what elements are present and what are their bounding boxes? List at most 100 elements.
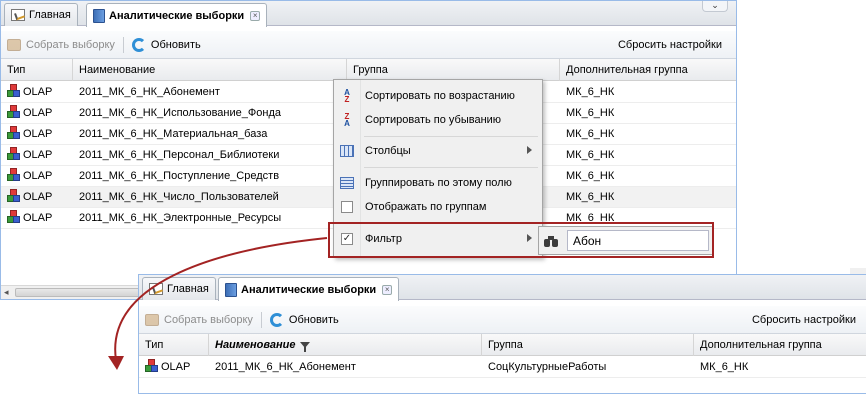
- columns-icon: [340, 144, 354, 158]
- cell-name: 2011_МК_6_НК_Абонемент: [215, 361, 356, 373]
- collect-sample-button[interactable]: Собрать выборку: [145, 313, 253, 326]
- filter-input[interactable]: [567, 230, 709, 251]
- home-icon: [149, 283, 163, 295]
- menu-item-group-by-field-label: Группировать по этому полю: [365, 177, 512, 189]
- column-header-name[interactable]: Наименование: [73, 59, 347, 81]
- cell-extra-group: МК_6_НК: [566, 149, 615, 161]
- collect-sample-label: Собрать выборку: [164, 313, 253, 326]
- tab-home[interactable]: Главная: [142, 277, 216, 300]
- menu-item-columns[interactable]: Столбцы: [334, 139, 542, 163]
- cell-group: СоцКультурныеРаботы: [488, 361, 607, 373]
- column-context-menu: AZ Сортировать по возрастанию ZA Сортиро…: [333, 79, 543, 258]
- cell-extra-group: МК_6_НК: [566, 86, 615, 98]
- refresh-icon: [269, 312, 284, 327]
- scroll-left-icon[interactable]: ◂: [4, 287, 9, 298]
- tab-analytic-samples[interactable]: Аналитические выборки ×: [218, 277, 400, 301]
- cell-type-label: OLAP: [23, 107, 53, 119]
- olap-cube-icon: [7, 168, 20, 181]
- reset-settings-button[interactable]: Сбросить настройки: [747, 314, 856, 326]
- cell-type: OLAP: [1, 166, 73, 187]
- olap-cube-icon: [7, 210, 20, 223]
- olap-cube-icon: [7, 105, 20, 118]
- cell-name: 2011_МК_6_НК_Абонемент: [79, 86, 220, 98]
- briefcase-icon: [145, 313, 159, 326]
- column-header-type[interactable]: Тип: [1, 59, 73, 81]
- cell-name: 2011_МК_6_НК_Материальная_база: [79, 128, 268, 140]
- cell-type-label: OLAP: [23, 86, 53, 98]
- refresh-icon: [131, 37, 146, 52]
- sort-desc-icon: ZA: [344, 112, 350, 128]
- menu-item-columns-label: Столбцы: [365, 145, 411, 157]
- collect-sample-button[interactable]: Собрать выборку: [7, 38, 115, 51]
- home-icon: [11, 9, 25, 21]
- menu-item-sort-desc[interactable]: ZA Сортировать по убыванию: [334, 108, 542, 132]
- menu-item-filter[interactable]: ✓ Фильтр: [334, 227, 542, 251]
- menu-separator: [364, 223, 538, 224]
- checkbox-icon: [340, 200, 354, 214]
- cell-type: OLAP: [1, 103, 73, 124]
- cell-extra-group: МК_6_НК: [700, 361, 749, 373]
- tab-bar: Главная Аналитические выборки ×: [139, 275, 866, 301]
- olap-cube-icon: [7, 147, 20, 160]
- cell-extra-group: МК_6_НК: [566, 170, 615, 182]
- column-header-name-label: Наименование: [215, 339, 296, 351]
- reset-settings-label: Сбросить настройки: [751, 313, 856, 326]
- refresh-button[interactable]: Обновить: [131, 37, 201, 52]
- reset-settings-button[interactable]: Сбросить настройки: [613, 39, 722, 51]
- sort-asc-icon: AZ: [344, 88, 350, 104]
- column-header-group[interactable]: Группа: [347, 59, 560, 81]
- cell-type: OLAP: [1, 145, 73, 166]
- cell-extra-group: МК_6_НК: [566, 128, 615, 140]
- filter-submenu: [538, 226, 713, 255]
- cell-type: OLAP: [1, 208, 73, 229]
- reset-settings-label: Сбросить настройки: [617, 38, 722, 51]
- cell-name: 2011_МК_6_НК_Поступление_Средств: [79, 170, 280, 182]
- column-header-type[interactable]: Тип: [139, 334, 209, 356]
- cell-extra-group: МК_6_НК: [566, 191, 615, 203]
- menu-item-show-in-groups-label: Отображать по группам: [365, 201, 487, 213]
- menu-item-sort-asc-label: Сортировать по возрастанию: [365, 90, 515, 102]
- menu-item-filter-label: Фильтр: [365, 233, 402, 245]
- checkbox-checked-icon: ✓: [341, 233, 353, 245]
- cell-type: OLAP: [139, 357, 209, 378]
- document-icon: [93, 8, 105, 23]
- menu-separator: [364, 136, 538, 137]
- cell-type-label: OLAP: [23, 128, 53, 140]
- toolbar: Собрать выборку Обновить Сбросить настро…: [1, 31, 736, 59]
- olap-cube-icon: [7, 189, 20, 202]
- briefcase-icon: [7, 38, 21, 51]
- submenu-arrow-icon: [527, 234, 532, 242]
- grid-header: Тип Наименование Группа Дополнительная г…: [1, 59, 736, 81]
- filtered-window: Главная Аналитические выборки × Собрать …: [138, 274, 866, 394]
- menu-item-group-by-field[interactable]: Группировать по этому полю: [334, 171, 542, 195]
- cell-extra-group: МК_6_НК: [566, 107, 615, 119]
- toolbar-separator: [260, 311, 262, 328]
- close-tab-icon[interactable]: ×: [250, 10, 261, 21]
- close-tab-icon[interactable]: ×: [382, 284, 393, 295]
- olap-cube-icon: [7, 84, 20, 97]
- column-header-extra-group[interactable]: Дополнительная группа: [560, 59, 736, 81]
- column-header-group[interactable]: Группа: [482, 334, 694, 356]
- menu-separator: [364, 167, 538, 168]
- group-icon: [340, 176, 354, 190]
- cell-type-label: OLAP: [23, 191, 53, 203]
- grid-header: Тип Наименование Группа Дополнительная г…: [139, 334, 866, 356]
- menu-item-sort-desc-label: Сортировать по убыванию: [365, 114, 502, 126]
- cell-type: OLAP: [1, 124, 73, 145]
- filter-funnel-icon: [299, 342, 310, 352]
- tab-scroll-down-button[interactable]: ⌄: [702, 1, 728, 12]
- submenu-arrow-icon: [527, 146, 532, 154]
- cell-name: 2011_МК_6_НК_Число_Пользователей: [79, 191, 279, 203]
- collect-sample-label: Собрать выборку: [26, 38, 115, 51]
- refresh-button[interactable]: Обновить: [269, 312, 339, 327]
- tab-bar: Главная Аналитические выборки × ⌄: [1, 1, 736, 27]
- cell-type-label: OLAP: [161, 361, 191, 373]
- tab-home[interactable]: Главная: [4, 3, 78, 26]
- cell-type: OLAP: [1, 187, 73, 208]
- menu-item-show-in-groups[interactable]: Отображать по группам: [334, 195, 542, 219]
- column-header-name[interactable]: Наименование: [209, 334, 482, 356]
- table-row[interactable]: OLAP 2011_МК_6_НК_Абонемент СоцКультурны…: [139, 357, 866, 378]
- column-header-extra-group[interactable]: Дополнительная группа: [694, 334, 866, 356]
- menu-item-sort-asc[interactable]: AZ Сортировать по возрастанию: [334, 84, 542, 108]
- tab-analytic-samples[interactable]: Аналитические выборки ×: [86, 3, 268, 27]
